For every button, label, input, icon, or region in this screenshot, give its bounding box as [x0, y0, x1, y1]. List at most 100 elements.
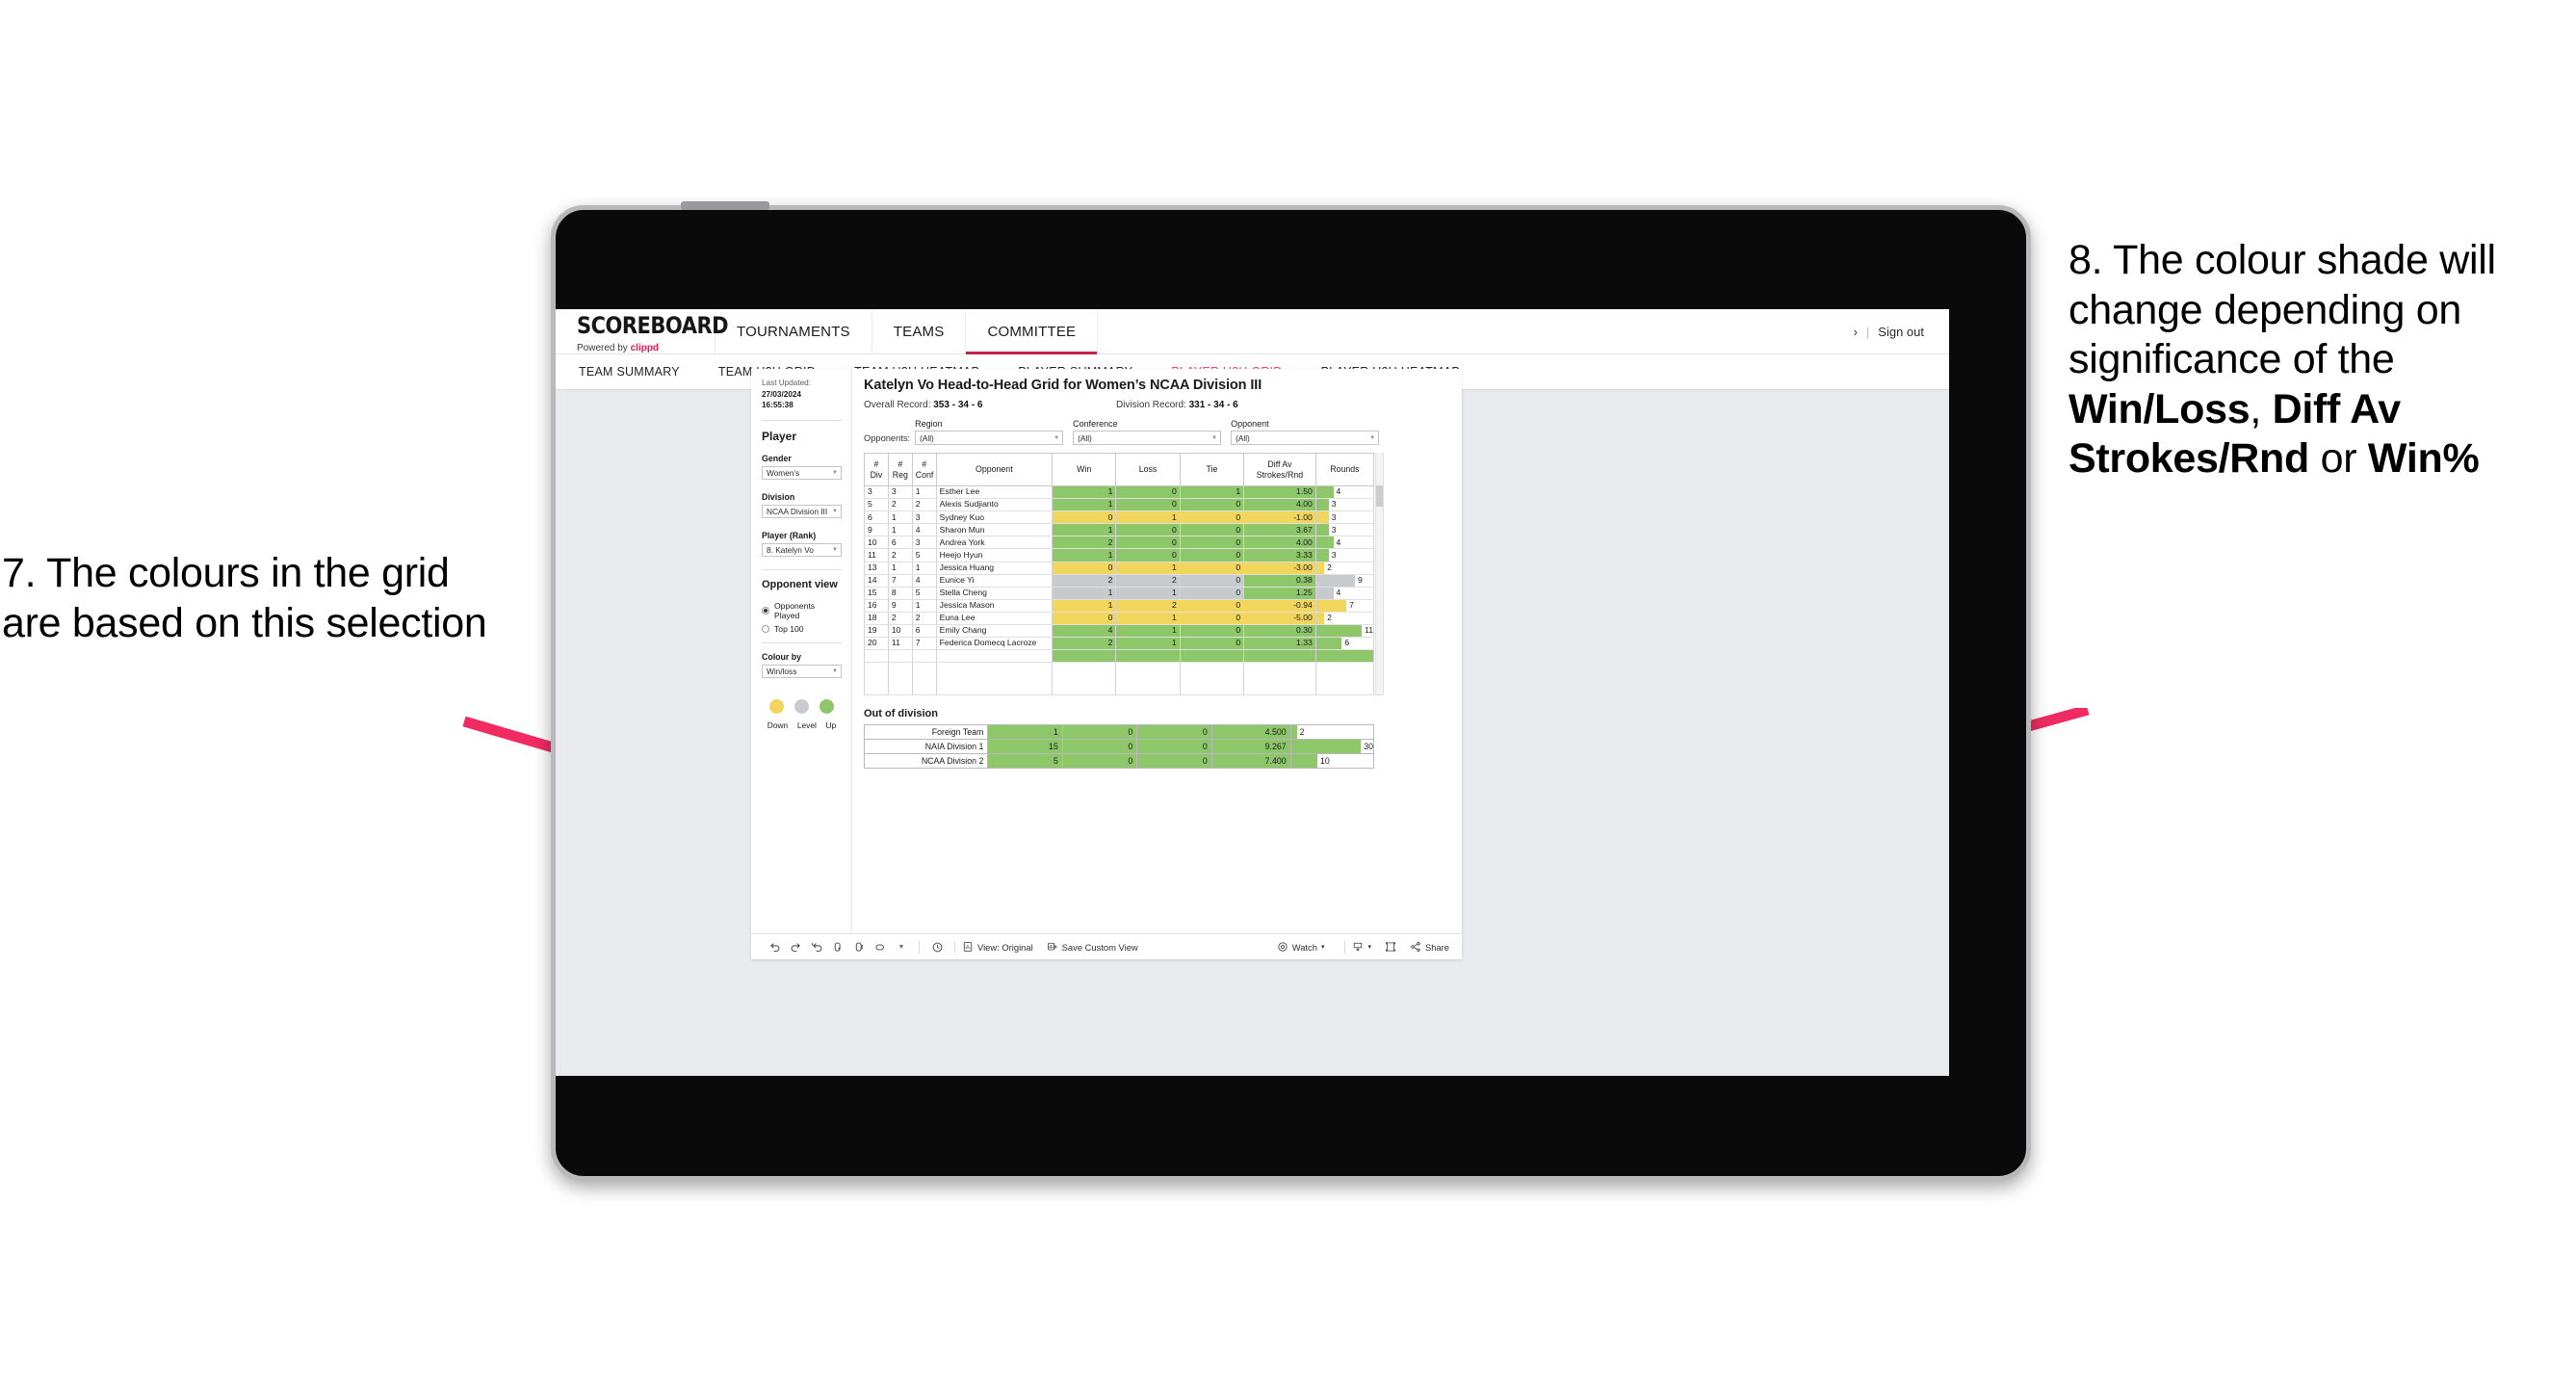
table-row[interactable]: 5 2 2 Alexis Sudjianto 1 0 0 4.00 3: [864, 498, 1375, 512]
nav-item-teams[interactable]: TEAMS: [872, 309, 967, 353]
cell-div: 20: [864, 637, 889, 651]
filter-conference-label: Conference: [1073, 419, 1118, 429]
division-label: Division: [762, 491, 795, 502]
chevron-down-icon[interactable]: ▼: [891, 944, 912, 951]
cell-empty: [1051, 662, 1117, 696]
cell-win: 4: [1051, 624, 1117, 639]
grid-header-div[interactable]: # Div: [864, 453, 889, 486]
table-row[interactable]: 20 11 7 Federica Domecq Lacroze 2 1 0 1.33 6: [864, 637, 1375, 651]
download-button[interactable]: ▾: [1352, 941, 1371, 953]
filter-opponent-value: (All): [1236, 432, 1250, 443]
pause-icon[interactable]: [848, 941, 870, 954]
refresh-icon[interactable]: [827, 941, 848, 954]
highlight-icon[interactable]: [870, 941, 891, 954]
legend-label-level: Level: [796, 719, 817, 730]
out-of-division-row[interactable]: NCAA Division 2 5 0 0 7.400 10: [863, 753, 1375, 770]
save-custom-view-label: Save Custom View: [1061, 941, 1138, 953]
colour-by-select[interactable]: Win/loss ▼: [762, 664, 842, 678]
cell-partial: [887, 649, 913, 664]
save-view-icon: [1047, 942, 1057, 951]
table-row[interactable]: 14 7 4 Eunice Yi 2 2 0 0.38 9: [864, 574, 1375, 588]
grid-header-tie[interactable]: Tie: [1179, 453, 1245, 486]
tab-team-summary[interactable]: TEAM SUMMARY: [579, 365, 680, 379]
player-rank-select[interactable]: 8. Katelyn Vo ▼: [762, 542, 842, 557]
radio-opponents-played[interactable]: Opponents Played: [762, 601, 842, 620]
radio-top-100[interactable]: Top 100: [762, 624, 842, 634]
filter-region-select[interactable]: (All) ▼: [915, 431, 1064, 445]
out-of-division-body: Foreign Team 1 0 0 4.500 2 NAIA Division 1 15 0 0…: [863, 724, 1375, 770]
cell-div: 13: [864, 562, 889, 575]
table-row[interactable]: 10 6 3 Andrea York 2 0 0 4.00 4: [864, 536, 1375, 550]
nav-item-committee[interactable]: COMMITTEE: [966, 309, 1099, 354]
save-custom-view-button[interactable]: Save Custom View: [1047, 941, 1138, 953]
out-of-division-row[interactable]: NAIA Division 1 15 0 0 9.267 30: [863, 739, 1375, 755]
chevron-right-icon[interactable]: ›: [1854, 325, 1858, 339]
redo-icon[interactable]: [785, 941, 806, 954]
cell-partial: [1115, 649, 1181, 664]
share-icon: [1411, 942, 1420, 952]
nav-item-committee-label: COMMITTEE: [987, 323, 1077, 340]
share-button[interactable]: Share: [1410, 941, 1449, 953]
cell-tie: 0: [1179, 536, 1245, 550]
out-of-division-row[interactable]: Foreign Team 1 0 0 4.500 2: [863, 724, 1375, 741]
colour-by-value: Win/loss: [767, 666, 797, 676]
grid-header-diff-av-strokes-rnd[interactable]: Diff Av Strokes/Rnd: [1243, 453, 1316, 486]
grid-header-opponent[interactable]: Opponent: [935, 453, 1053, 486]
division-record: Division Record: 331 - 34 - 6: [1116, 400, 1238, 410]
cell-conf: 2: [911, 612, 937, 626]
app-logo[interactable]: SCOREBOARD Powered by clippd: [556, 309, 729, 353]
power-button[interactable]: [681, 201, 769, 210]
cell-rounds: 9: [1314, 574, 1375, 588]
filter-opponent-select[interactable]: (All) ▼: [1231, 431, 1380, 445]
cell-reg: 2: [887, 498, 913, 512]
grid-header-reg[interactable]: # Reg: [887, 453, 913, 486]
cell-conf: 3: [911, 536, 937, 550]
table-row[interactable]: 18 2 2 Euna Lee 0 1 0 -5.00 2: [864, 612, 1375, 626]
undo-icon[interactable]: [764, 941, 785, 954]
cell-win: 1: [1051, 485, 1117, 500]
nav-item-tournaments[interactable]: TOURNAMENTS: [716, 309, 872, 353]
grid-header-win[interactable]: Win: [1051, 453, 1117, 486]
view-original-button[interactable]: View: Original: [962, 941, 1033, 953]
table-row[interactable]: 9 1 4 Sharon Mun 1 0 0 3.67 3: [864, 523, 1375, 537]
cell-diff: 1.50: [1243, 485, 1316, 500]
table-row[interactable]: 11 2 5 Heejo Hyun 1 0 0 3.33 3: [864, 548, 1375, 562]
filter-conference-select[interactable]: (All) ▼: [1073, 431, 1222, 445]
grid-header-conf[interactable]: # Conf: [911, 453, 937, 486]
revert-icon[interactable]: [806, 941, 827, 954]
fullscreen-button[interactable]: [1385, 941, 1396, 953]
cell-empty: [935, 662, 1053, 696]
watch-button[interactable]: Watch ▾: [1277, 941, 1324, 953]
cell-opponent: Sharon Mun: [935, 523, 1053, 537]
cell-rounds: 6: [1314, 637, 1375, 651]
history-icon[interactable]: [926, 941, 948, 954]
cell-rounds: 3: [1314, 498, 1375, 512]
gender-select[interactable]: Women’s ▼: [762, 465, 842, 480]
cell-loss: 0: [1115, 498, 1181, 512]
grid-scrollbar-thumb[interactable]: [1376, 485, 1383, 507]
grid-header-loss[interactable]: Loss: [1115, 453, 1181, 486]
table-row[interactable]: 3 3 1 Esther Lee 1 0 1 1.50 4: [864, 485, 1375, 500]
ood-cell-win: 5: [987, 753, 1063, 770]
gender-label: Gender: [762, 453, 792, 463]
cell-opponent: Sydney Kuo: [935, 510, 1053, 525]
table-row[interactable]: 16 9 1 Jessica Mason 1 2 0 -0.94 7: [864, 599, 1375, 613]
cell-rounds: 4: [1314, 536, 1375, 550]
cell-partial: [864, 649, 889, 664]
division-select[interactable]: NCAA Division III ▼: [762, 504, 842, 518]
last-updated-date: 27/03/2024: [762, 389, 801, 399]
sign-out-link[interactable]: Sign out: [1878, 325, 1924, 339]
visualization-card: Last Updated: 27/03/2024 16:55:38 Player …: [751, 369, 1462, 959]
cell-div: 18: [864, 612, 889, 626]
filter-opponent: Opponent (All) ▼: [1231, 419, 1380, 445]
page-title: Katelyn Vo Head-to-Head Grid for Women’s…: [864, 378, 1262, 393]
cell-win: 1: [1051, 498, 1117, 512]
opponents-filter-label: Opponents:: [864, 433, 911, 443]
cell-div: 19: [864, 624, 889, 639]
table-row[interactable]: 6 1 3 Sydney Kuo 0 1 0 -1.00 3: [864, 510, 1375, 525]
table-row[interactable]: 13 1 1 Jessica Huang 0 1 0 -3.00 2: [864, 562, 1375, 575]
grid-scrollbar[interactable]: [1375, 453, 1384, 696]
grid-header-rounds[interactable]: Rounds: [1314, 453, 1375, 486]
table-row[interactable]: 19 10 6 Emily Chang 4 1 0 0.30 11: [864, 624, 1375, 639]
table-row[interactable]: 15 8 5 Stella Cheng 1 1 0 1.25 4: [864, 587, 1375, 600]
